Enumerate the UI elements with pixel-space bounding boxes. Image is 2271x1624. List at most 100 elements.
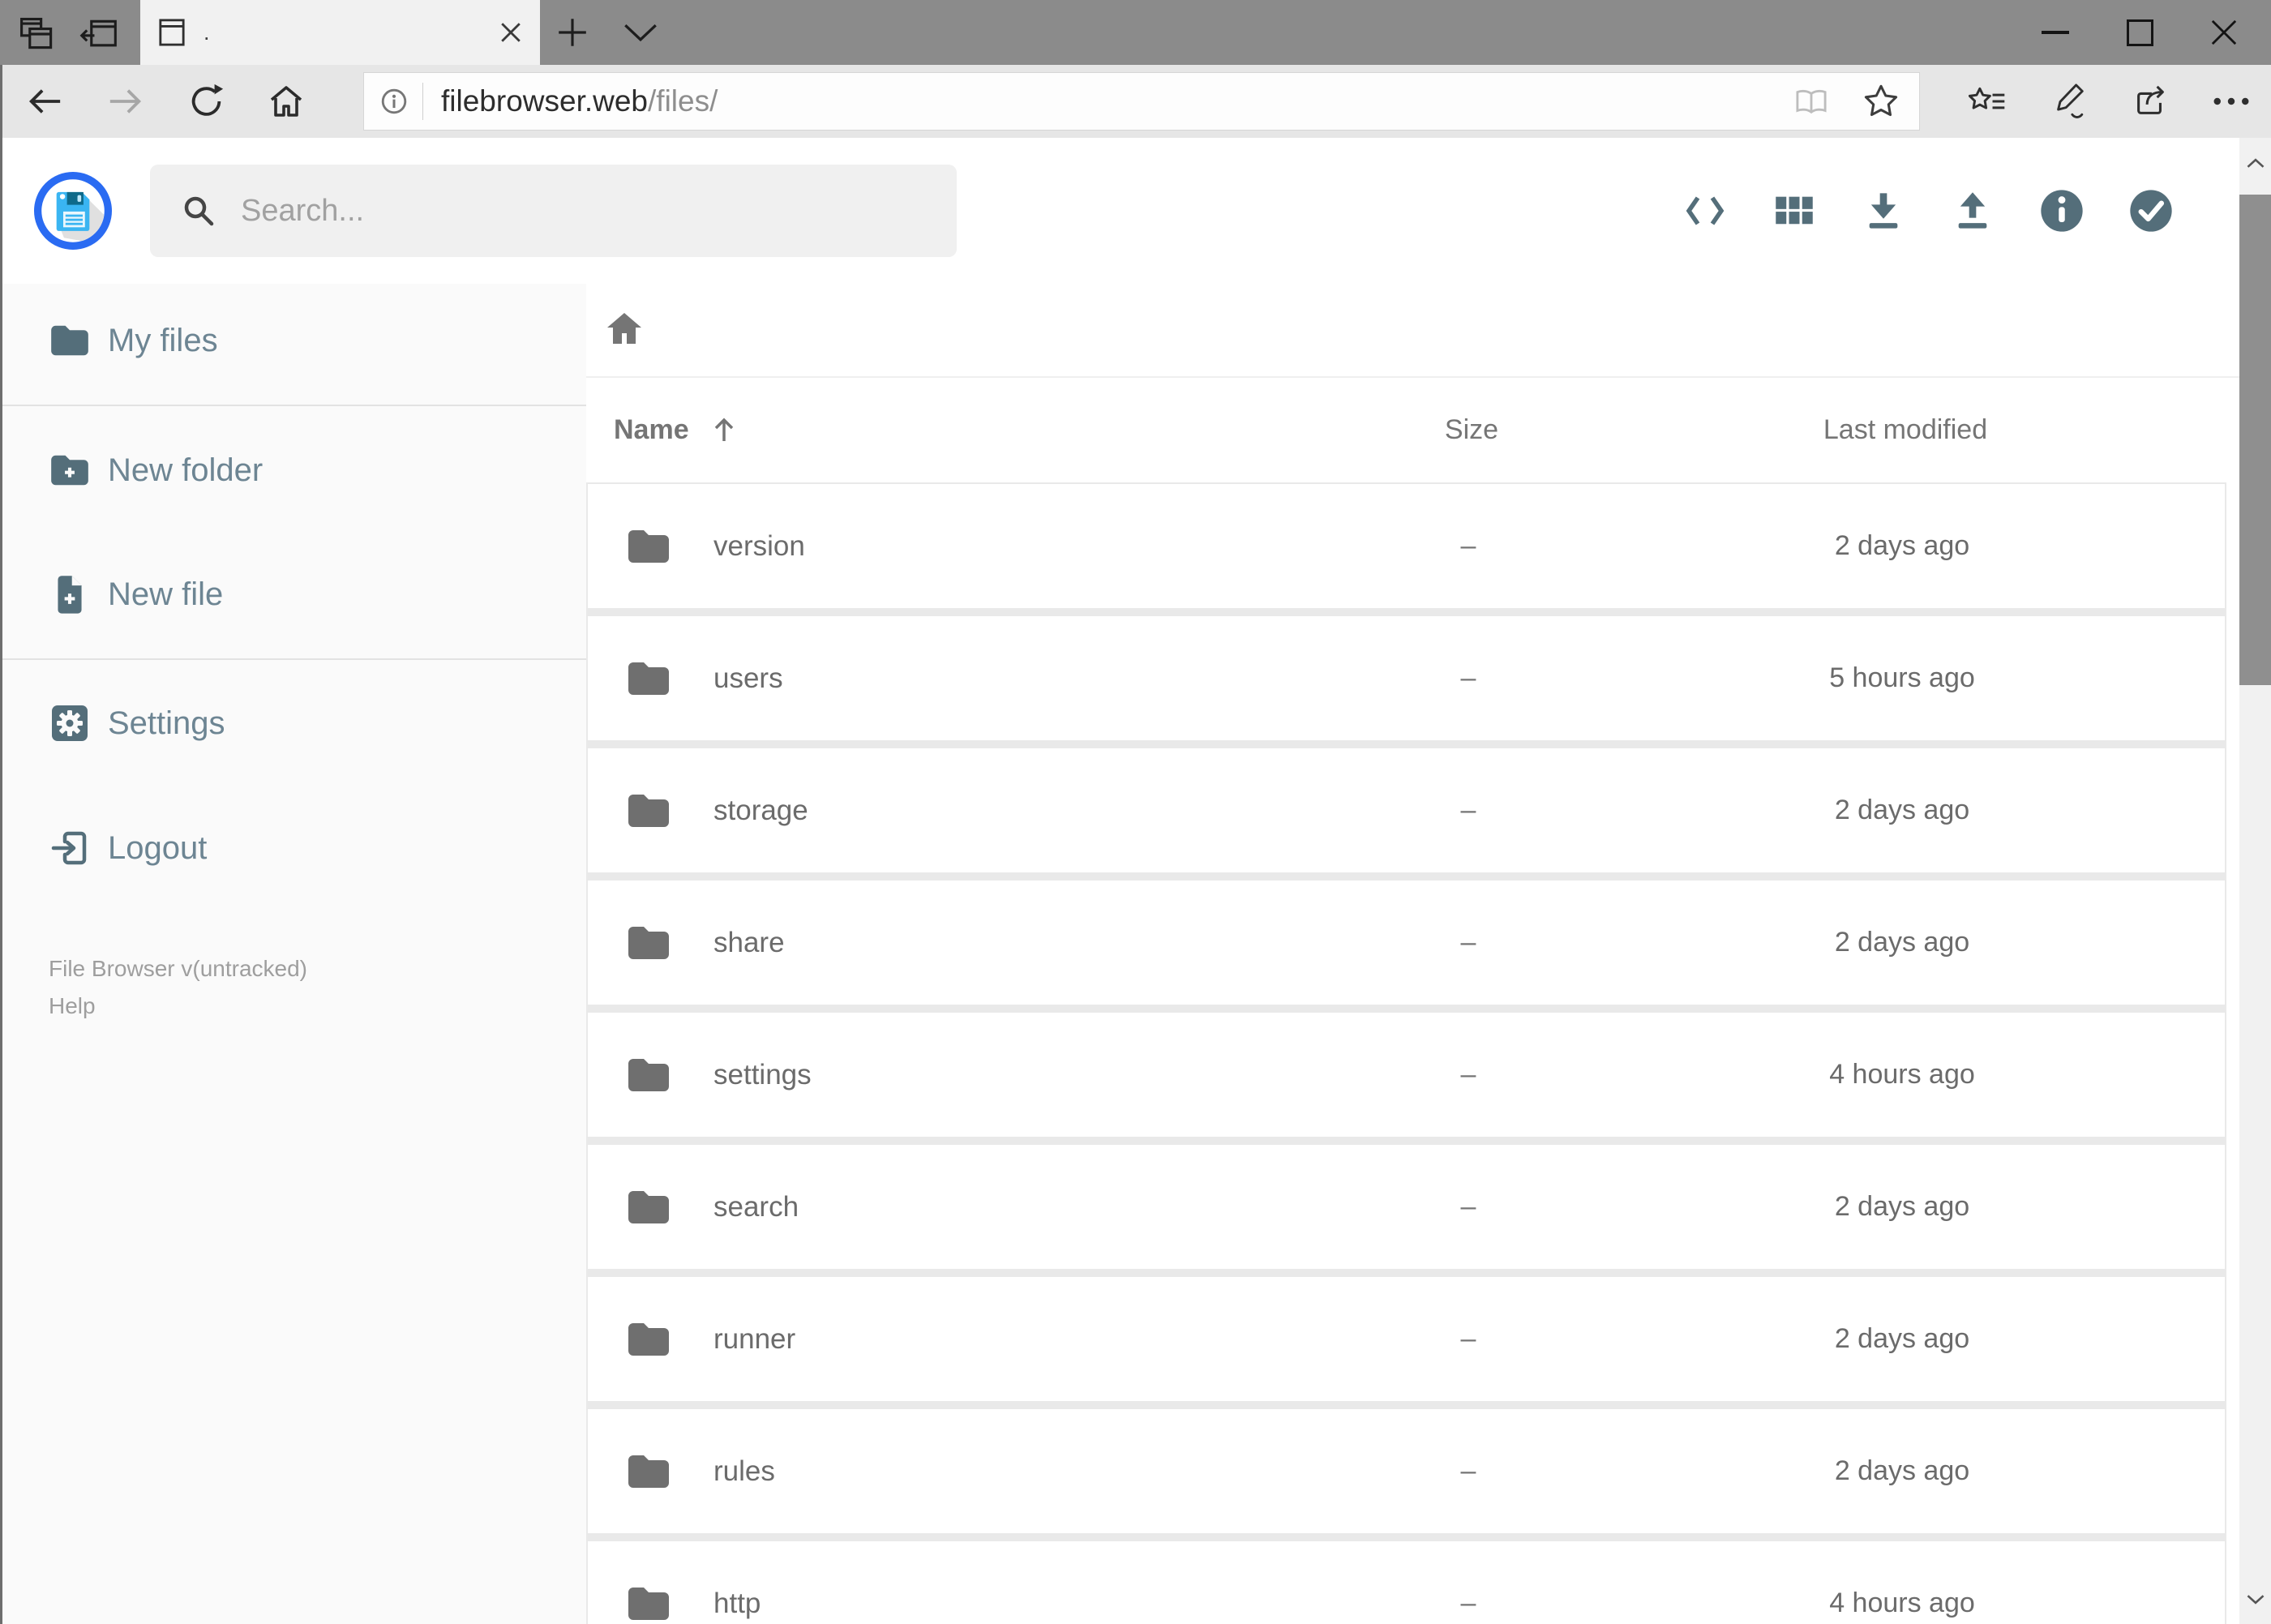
share-icon [2137, 85, 2164, 114]
window-border [0, 65, 2, 1624]
site-info-icon[interactable] [379, 86, 409, 117]
column-header-modified[interactable]: Last modified [1743, 378, 2067, 482]
add-favorite-button[interactable] [1862, 83, 1900, 120]
grid-view-button[interactable] [1750, 162, 1839, 259]
grid-view-icon [1776, 196, 1813, 225]
sidebar-item-logout[interactable]: Logout [0, 803, 586, 893]
file-list: version – 2 days ago users – 5 hours ago… [586, 482, 2226, 1624]
file-row[interactable]: version – 2 days ago [588, 484, 2225, 608]
sidebar-item-new-file[interactable]: New file [0, 550, 586, 639]
folder-icon [626, 528, 671, 565]
info-button[interactable] [2017, 162, 2106, 259]
select-multiple-button[interactable] [2106, 162, 2196, 259]
file-name: version [713, 529, 805, 562]
url-text: filebrowser.web/files/ [441, 84, 718, 118]
sidebar-item-label: New folder [108, 452, 264, 488]
file-name: settings [713, 1058, 812, 1091]
browser-scrollbar[interactable] [2239, 138, 2271, 1624]
folder-icon [626, 792, 671, 829]
file-row[interactable]: storage – 2 days ago [588, 748, 2225, 872]
floppy-disk-logo-icon [34, 172, 112, 250]
file-modified: 5 hours ago [1829, 662, 1975, 693]
file-size: – [1460, 530, 1476, 561]
sidebar: My files New folder New file Settings Lo… [0, 284, 586, 1624]
web-note-button[interactable] [2029, 65, 2110, 138]
file-row[interactable]: share – 2 days ago [588, 881, 2225, 1005]
favorites-hub-button[interactable] [1947, 65, 2029, 138]
sidebar-item-label: New file [108, 576, 224, 612]
raw-editor-button[interactable] [1660, 162, 1750, 259]
file-row[interactable]: settings – 4 hours ago [588, 1013, 2225, 1137]
file-size: – [1460, 1191, 1476, 1222]
file-size: – [1460, 1455, 1476, 1486]
window-controls [2013, 0, 2266, 65]
file-modified: 4 hours ago [1829, 1059, 1975, 1090]
file-name: users [713, 662, 783, 694]
file-name: storage [713, 794, 808, 826]
reading-view-button[interactable] [1794, 86, 1828, 117]
logout-icon [49, 829, 91, 868]
file-modified: 2 days ago [1834, 1191, 1970, 1222]
sidebar-item-new-folder[interactable]: New folder [0, 426, 586, 515]
tab-preview-toggle[interactable] [610, 0, 671, 65]
more-options-button[interactable] [2191, 65, 2271, 138]
folder-icon [626, 1585, 671, 1622]
file-row[interactable]: http – 4 hours ago [588, 1541, 2225, 1624]
help-link[interactable]: Help [49, 988, 307, 1025]
file-modified: 2 days ago [1834, 530, 1970, 561]
sidebar-item-label: Logout [108, 829, 208, 866]
minimize-button[interactable] [2013, 0, 2097, 65]
file-name: search [713, 1190, 799, 1223]
tabs-preview-button[interactable] [16, 15, 58, 54]
file-modified: 2 days ago [1834, 1455, 1970, 1486]
close-icon [2211, 19, 2237, 45]
sidebar-item-settings[interactable]: Settings [0, 679, 586, 768]
pen-icon [2057, 84, 2084, 118]
settings-gear-icon [49, 704, 91, 743]
scroll-down-button[interactable] [2239, 1574, 2271, 1624]
share-button[interactable] [2110, 65, 2191, 138]
browser-titlebar: . [0, 0, 2271, 65]
tab-close-icon[interactable] [499, 21, 522, 44]
search-input[interactable] [239, 192, 957, 229]
scrollbar-thumb[interactable] [2239, 195, 2271, 685]
refresh-button[interactable] [166, 65, 247, 138]
folder-icon [626, 924, 671, 962]
sidebar-item-my-files[interactable]: My files [0, 296, 586, 385]
file-size: – [1460, 927, 1476, 958]
app-version-text: File Browser v(untracked) [49, 956, 307, 981]
upload-button[interactable] [1928, 162, 2017, 259]
file-row[interactable]: search – 2 days ago [588, 1145, 2225, 1269]
tab-title: . [204, 19, 210, 45]
search-icon [181, 193, 216, 229]
file-modified: 2 days ago [1834, 1323, 1970, 1354]
file-row[interactable]: rules – 2 days ago [588, 1409, 2225, 1533]
home-button[interactable] [246, 65, 327, 138]
maximize-button[interactable] [2097, 0, 2182, 65]
breadcrumb-home-button[interactable] [604, 308, 645, 349]
create-new-folder-icon [49, 453, 91, 487]
column-header-size[interactable]: Size [1390, 378, 1553, 482]
folder-icon [626, 1189, 671, 1226]
set-tabs-aside-button[interactable] [78, 15, 120, 54]
browser-tab[interactable]: . [140, 0, 540, 65]
file-row[interactable]: runner – 2 days ago [588, 1277, 2225, 1401]
search-box[interactable] [150, 165, 957, 257]
back-button[interactable] [4, 65, 85, 138]
new-tab-button[interactable] [542, 0, 603, 65]
folder-icon [626, 660, 671, 697]
scroll-up-button[interactable] [2239, 138, 2271, 188]
forward-button[interactable] [85, 65, 166, 138]
folder-icon [49, 324, 91, 358]
address-bar[interactable]: filebrowser.web/files/ [363, 72, 1920, 131]
column-header-name[interactable]: Name [614, 378, 738, 482]
close-window-button[interactable] [2182, 0, 2266, 65]
download-button[interactable] [1839, 162, 1928, 259]
file-row[interactable]: users – 5 hours ago [588, 616, 2225, 740]
sidebar-item-label: My files [108, 322, 218, 358]
filebrowser-app: My files New folder [0, 138, 2239, 1624]
reading-view-icon [1796, 89, 1827, 114]
app-main: My files New folder New file Settings Lo… [0, 284, 2239, 1624]
filebrowser-logo[interactable] [34, 172, 112, 250]
header-toolbar [1660, 138, 2196, 284]
